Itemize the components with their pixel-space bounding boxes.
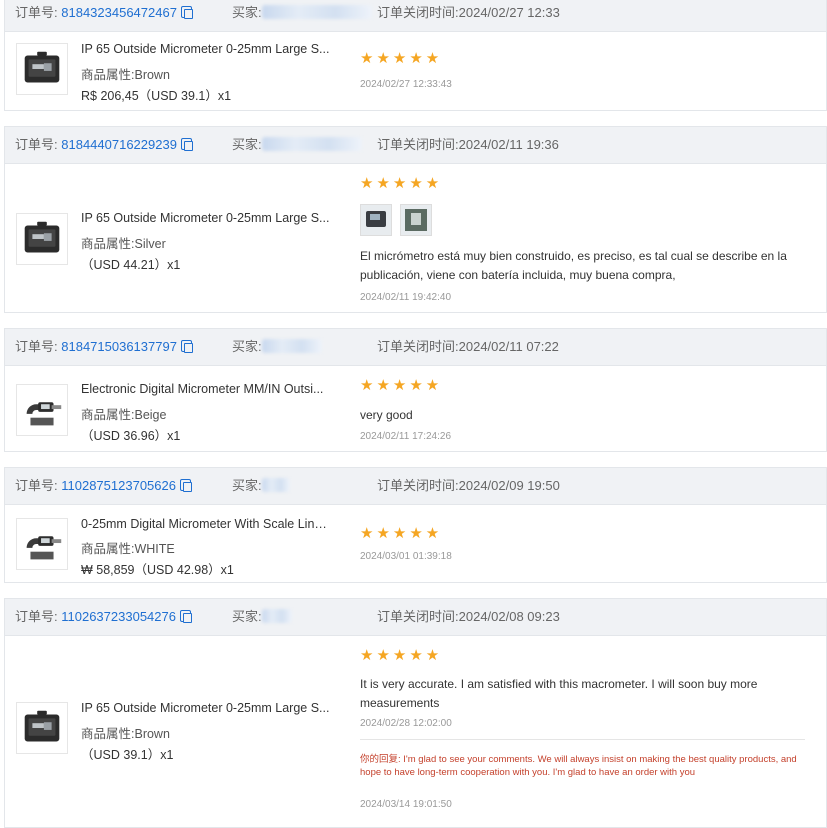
attr-value: Silver — [134, 237, 166, 251]
buyer-label: 买家: — [232, 478, 262, 493]
product-title[interactable]: IP 65 Outside Micrometer 0-25mm Large S.… — [81, 701, 331, 715]
copy-icon[interactable] — [179, 610, 192, 623]
attr-label: 商品属性: — [81, 408, 135, 422]
reply-time: 2024/03/14 19:01:50 — [360, 799, 452, 810]
buyer-name-redacted — [261, 339, 322, 353]
attr-value: Brown — [134, 68, 170, 82]
copy-icon[interactable] — [180, 340, 193, 353]
review-text: It is very accurate. I am satisfied with… — [360, 677, 758, 710]
order-number-link[interactable]: 1102637233054276 — [61, 609, 176, 624]
buyer-label: 买家: — [232, 339, 262, 354]
copy-icon[interactable] — [180, 6, 193, 19]
closed-time-label: 订单关闭时间: — [377, 339, 459, 354]
attr-value: Beige — [134, 408, 167, 422]
copy-icon[interactable] — [179, 479, 192, 492]
product-image[interactable] — [16, 702, 68, 754]
buyer-name-redacted — [261, 609, 292, 623]
product-image[interactable] — [16, 518, 68, 570]
rating-stars: ★★★★★ — [360, 175, 443, 192]
review-photo[interactable] — [400, 204, 432, 236]
attr-label: 商品属性: — [81, 237, 135, 251]
order-number-link[interactable]: 8184323456472467 — [61, 5, 177, 20]
product-title[interactable]: IP 65 Outside Micrometer 0-25mm Large S.… — [81, 42, 331, 56]
order-no-label: 订单号: — [15, 609, 58, 624]
order-no-label: 订单号: — [15, 478, 58, 493]
order-header: 订单号: 8184715036137797 买家: 订单关闭时间:2024/02… — [5, 329, 826, 366]
review-time: 2024/02/11 19:42:40 — [360, 292, 452, 303]
review-text: El micrómetro está muy bien construido, … — [360, 249, 787, 282]
review-time: 2024/02/28 12:02:00 — [360, 718, 452, 729]
rating-stars: ★★★★★ — [360, 525, 443, 542]
buyer-name-redacted — [261, 137, 362, 151]
order-header: 订单号: 1102875123705626 买家: 订单关闭时间:2024/02… — [5, 468, 826, 505]
review-photo[interactable] — [360, 204, 392, 236]
product-title[interactable]: 0-25mm Digital Micrometer With Scale Lin… — [81, 517, 331, 531]
buyer-label: 买家: — [232, 5, 262, 20]
reply-divider — [360, 739, 805, 740]
order-header: 订单号: 1102637233054276 买家: 订单关闭时间:2024/02… — [5, 599, 826, 636]
closed-time-label: 订单关闭时间: — [377, 5, 459, 20]
attr-value: WHITE — [134, 542, 175, 556]
closed-time: 2024/02/09 19:50 — [458, 478, 560, 493]
closed-time-label: 订单关闭时间: — [377, 478, 459, 493]
closed-time: 2024/02/08 09:23 — [458, 609, 560, 624]
attr-label: 商品属性: — [81, 542, 135, 556]
order-no-label: 订单号: — [15, 137, 58, 152]
buyer-name-redacted — [261, 478, 290, 492]
rating-stars: ★★★★★ — [360, 377, 443, 394]
review-time: 2024/02/11 17:24:26 — [360, 431, 452, 442]
product-title[interactable]: Electronic Digital Micrometer MM/IN Outs… — [81, 382, 331, 396]
reply-label: 你的回复: — [360, 754, 401, 765]
product-image[interactable] — [16, 43, 68, 95]
product-title[interactable]: IP 65 Outside Micrometer 0-25mm Large S.… — [81, 211, 331, 225]
product-price: （USD 44.21）x1 — [81, 258, 181, 272]
product-price: R$ 206,45（USD 39.1）x1 — [81, 89, 232, 103]
order-card: 订单号: 1102875123705626 买家: 订单关闭时间:2024/02… — [4, 467, 827, 583]
product-price: （USD 36.96）x1 — [81, 429, 181, 443]
closed-time: 2024/02/11 19:36 — [458, 137, 559, 152]
product-image[interactable] — [16, 384, 68, 436]
attr-label: 商品属性: — [81, 68, 135, 82]
product-price: ₩ 58,859（USD 42.98）x1 — [81, 563, 234, 577]
rating-stars: ★★★★★ — [360, 50, 443, 67]
order-no-label: 订单号: — [15, 5, 58, 20]
buyer-label: 买家: — [232, 137, 262, 152]
order-card: 订单号: 8184323456472467 买家: 订单关闭时间:2024/02… — [4, 0, 827, 111]
review-text: very good — [360, 408, 413, 422]
closed-time-label: 订单关闭时间: — [377, 609, 459, 624]
product-price: （USD 39.1）x1 — [81, 748, 174, 762]
order-header: 订单号: 8184323456472467 买家: 订单关闭时间:2024/02… — [5, 0, 826, 32]
order-number-link[interactable]: 8184440716229239 — [61, 137, 177, 152]
buyer-name-redacted — [261, 5, 372, 19]
order-card: 订单号: 1102637233054276 买家: 订单关闭时间:2024/02… — [4, 598, 827, 828]
order-card: 订单号: 8184440716229239 买家: 订单关闭时间:2024/02… — [4, 126, 827, 313]
order-header: 订单号: 8184440716229239 买家: 订单关闭时间:2024/02… — [5, 127, 826, 164]
rating-stars: ★★★★★ — [360, 647, 443, 664]
attr-label: 商品属性: — [81, 727, 135, 741]
buyer-label: 买家: — [232, 609, 262, 624]
review-time: 2024/03/01 01:39:18 — [360, 551, 452, 562]
order-no-label: 订单号: — [15, 339, 58, 354]
closed-time-label: 订单关闭时间: — [377, 137, 459, 152]
reply-text: I'm glad to see your comments. We will a… — [360, 754, 797, 778]
review-time: 2024/02/27 12:33:43 — [360, 79, 452, 90]
attr-value: Brown — [134, 727, 170, 741]
order-card: 订单号: 8184715036137797 买家: 订单关闭时间:2024/02… — [4, 328, 827, 452]
copy-icon[interactable] — [180, 138, 193, 151]
closed-time: 2024/02/11 07:22 — [458, 339, 559, 354]
product-image[interactable] — [16, 213, 68, 265]
closed-time: 2024/02/27 12:33 — [458, 5, 560, 20]
order-number-link[interactable]: 1102875123705626 — [61, 478, 176, 493]
order-number-link[interactable]: 8184715036137797 — [61, 339, 177, 354]
